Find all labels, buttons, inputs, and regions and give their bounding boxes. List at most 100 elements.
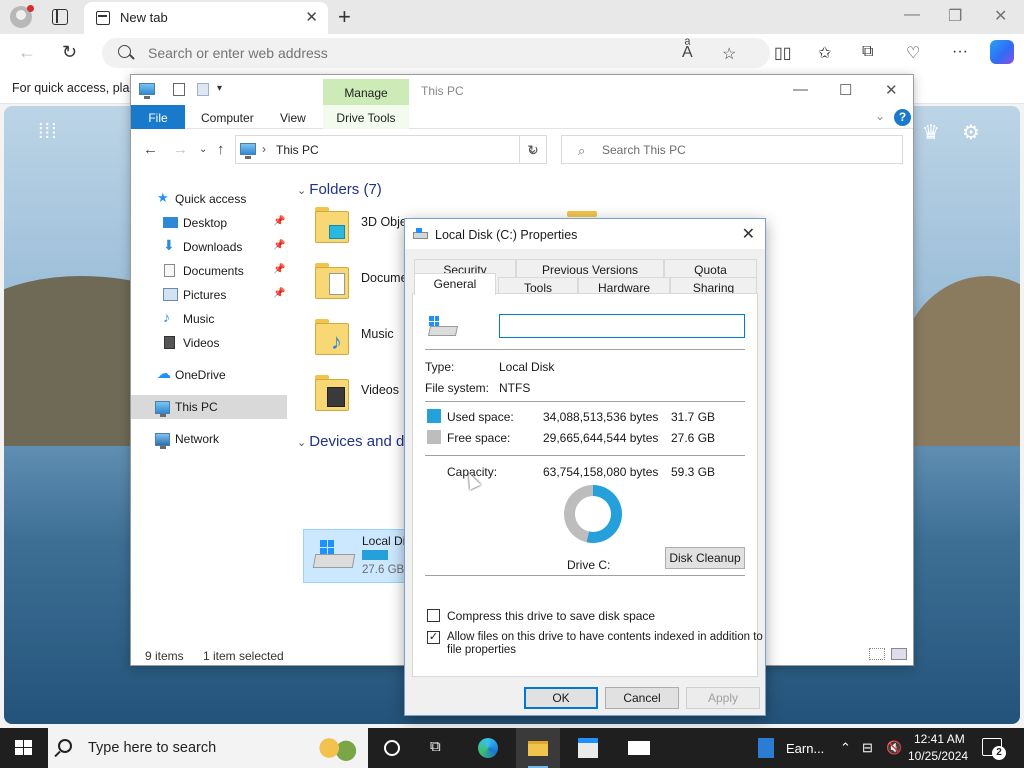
folder-label[interactable]: Docume — [361, 271, 408, 285]
copilot-icon[interactable] — [990, 40, 1014, 64]
refresh-button[interactable]: ↻ — [519, 135, 547, 164]
customize-toolbar-icon[interactable]: ▾ — [217, 83, 229, 96]
up-icon[interactable]: ↑ — [217, 141, 225, 158]
pin-icon[interactable]: 📌 — [273, 264, 285, 275]
large-icons-view-icon[interactable] — [891, 648, 907, 660]
apply-button[interactable]: Apply — [686, 687, 760, 709]
pin-icon[interactable]: 📌 — [273, 240, 285, 251]
tab-computer[interactable]: Computer — [201, 111, 254, 125]
nav-item-onedrive[interactable]: ☁ OneDrive — [131, 363, 287, 387]
tab-new-tab[interactable]: New tab ✕ — [84, 2, 328, 34]
cancel-button[interactable]: Cancel — [605, 687, 679, 709]
local-disk-tile[interactable]: Local Di 27.6 GB — [303, 529, 409, 583]
address-bar[interactable]: A͏ͣ ☆ — [102, 38, 770, 68]
refresh-icon[interactable]: ↻ — [62, 42, 77, 63]
folder-label[interactable]: Music — [361, 327, 394, 341]
earn-app-label[interactable]: Earn... — [786, 741, 824, 756]
nav-item-downloads[interactable]: ⬇ Downloads 📌 — [131, 235, 287, 259]
network-tray-icon[interactable]: ⊟ — [862, 740, 873, 756]
new-folder-icon[interactable] — [197, 83, 209, 96]
folder-music-icon[interactable]: ♪ — [315, 317, 351, 357]
collections-icon[interactable]: ⧉ — [862, 43, 873, 61]
taskbar-search-box[interactable]: Type here to search — [48, 728, 368, 768]
read-aloud-icon[interactable]: A͏ͣ — [682, 44, 693, 62]
explorer-search-box[interactable]: ⌕ Search This PC — [561, 135, 903, 164]
store-button[interactable] — [566, 728, 610, 768]
app-launcher-icon[interactable]: ⁞⁞⁞ — [38, 122, 58, 142]
new-tab-plus-icon[interactable]: + — [338, 4, 351, 30]
compress-label[interactable]: Compress this drive to save disk space — [447, 609, 655, 623]
folders-group-header[interactable]: ⌄ Folders (7) — [297, 181, 382, 198]
pin-icon[interactable]: 📌 — [273, 288, 285, 299]
drive-name-field[interactable] — [499, 314, 745, 338]
favorites-icon[interactable]: ✩ — [818, 43, 831, 63]
tab-quota[interactable]: Quota — [664, 259, 757, 277]
tab-drive-tools[interactable]: Drive Tools — [323, 105, 409, 129]
nav-item-documents[interactable]: Documents 📌 — [131, 259, 287, 283]
nav-item-music[interactable]: ♪ Music — [131, 307, 287, 331]
index-label-line1[interactable]: Allow files on this drive to have conten… — [447, 631, 763, 643]
favorite-star-icon[interactable]: ☆ — [722, 44, 736, 64]
clock-date[interactable]: 10/25/2024 — [908, 749, 968, 763]
split-screen-icon[interactable]: ▯▯ — [774, 43, 792, 63]
edge-button[interactable] — [466, 728, 510, 768]
chevron-right-icon[interactable]: › — [262, 142, 266, 156]
devices-group-header[interactable]: ⌄ Devices and d — [297, 433, 404, 450]
explorer-address-bar[interactable]: › This PC ⌄ — [235, 135, 547, 164]
task-view-button[interactable]: ⧉ — [418, 728, 462, 768]
nav-item-this-pc[interactable]: This PC — [131, 395, 287, 419]
back-icon[interactable]: ← — [143, 141, 158, 158]
folder-videos-icon[interactable] — [315, 373, 351, 413]
browser-essentials-icon[interactable]: ♡ — [906, 43, 920, 63]
help-icon[interactable]: ? — [894, 109, 911, 126]
tab-previous-versions[interactable]: Previous Versions — [516, 259, 664, 277]
search-highlight-icon[interactable] — [310, 734, 358, 762]
back-icon[interactable]: ← — [18, 42, 36, 63]
folder-label[interactable]: Videos — [361, 383, 399, 397]
details-view-icon[interactable] — [869, 648, 885, 660]
minimize-icon[interactable]: — — [793, 81, 808, 98]
settings-gear-icon[interactable]: ⚙ — [962, 120, 980, 145]
folder-documents-icon[interactable] — [315, 261, 351, 301]
tab-actions-icon[interactable] — [52, 9, 68, 25]
file-explorer-button[interactable] — [516, 728, 560, 768]
address-input[interactable] — [148, 45, 668, 61]
recent-locations-icon[interactable]: ⌄ — [199, 144, 207, 155]
more-options-icon[interactable]: ··· — [952, 43, 968, 61]
cortana-button[interactable] — [370, 728, 414, 768]
mail-button[interactable] — [616, 728, 660, 768]
rewards-icon[interactable]: ♛ — [922, 120, 940, 145]
tab-general[interactable]: General — [414, 273, 496, 295]
nav-item-network[interactable]: Network — [131, 427, 287, 451]
nav-item-pictures[interactable]: Pictures 📌 — [131, 283, 287, 307]
pin-icon[interactable]: 📌 — [273, 216, 285, 227]
restore-icon[interactable]: ❐ — [948, 6, 962, 26]
folder-3d-objects-icon[interactable] — [315, 205, 351, 245]
close-icon[interactable]: ✕ — [994, 6, 1007, 26]
nav-item-videos[interactable]: Videos — [131, 331, 287, 355]
volume-muted-icon[interactable]: 🔇 — [886, 740, 902, 756]
maximize-icon[interactable]: ☐ — [839, 81, 852, 99]
tab-close-icon[interactable]: ✕ — [305, 8, 318, 26]
index-checkbox[interactable]: ✓ — [427, 631, 440, 644]
manage-context-tab[interactable]: Manage — [323, 79, 409, 105]
ok-button[interactable]: OK — [524, 687, 598, 709]
nav-item-quick-access[interactable]: ★ Quick access — [131, 187, 287, 211]
compress-checkbox[interactable] — [427, 609, 440, 622]
minimize-icon[interactable]: — — [904, 6, 920, 24]
close-icon[interactable]: ✕ — [885, 81, 898, 99]
chevron-up-icon[interactable]: ⌃ — [840, 740, 851, 756]
index-label-line2[interactable]: file properties — [447, 644, 516, 656]
forward-icon[interactable]: → — [173, 141, 188, 158]
windows-start-icon[interactable] — [15, 740, 33, 756]
dialog-title: Local Disk (C:) Properties — [435, 228, 578, 242]
tab-file[interactable]: File — [131, 105, 185, 129]
tab-view[interactable]: View — [280, 111, 306, 125]
clock-time[interactable]: 12:41 AM — [914, 732, 965, 746]
nav-item-desktop[interactable]: Desktop 📌 — [131, 211, 287, 235]
folder-icon[interactable] — [567, 211, 597, 217]
close-icon[interactable]: ✕ — [742, 224, 755, 244]
properties-check-icon[interactable] — [173, 83, 185, 96]
expand-ribbon-icon[interactable]: ⌄ — [875, 109, 885, 123]
disk-cleanup-button[interactable]: Disk Cleanup — [665, 547, 745, 569]
